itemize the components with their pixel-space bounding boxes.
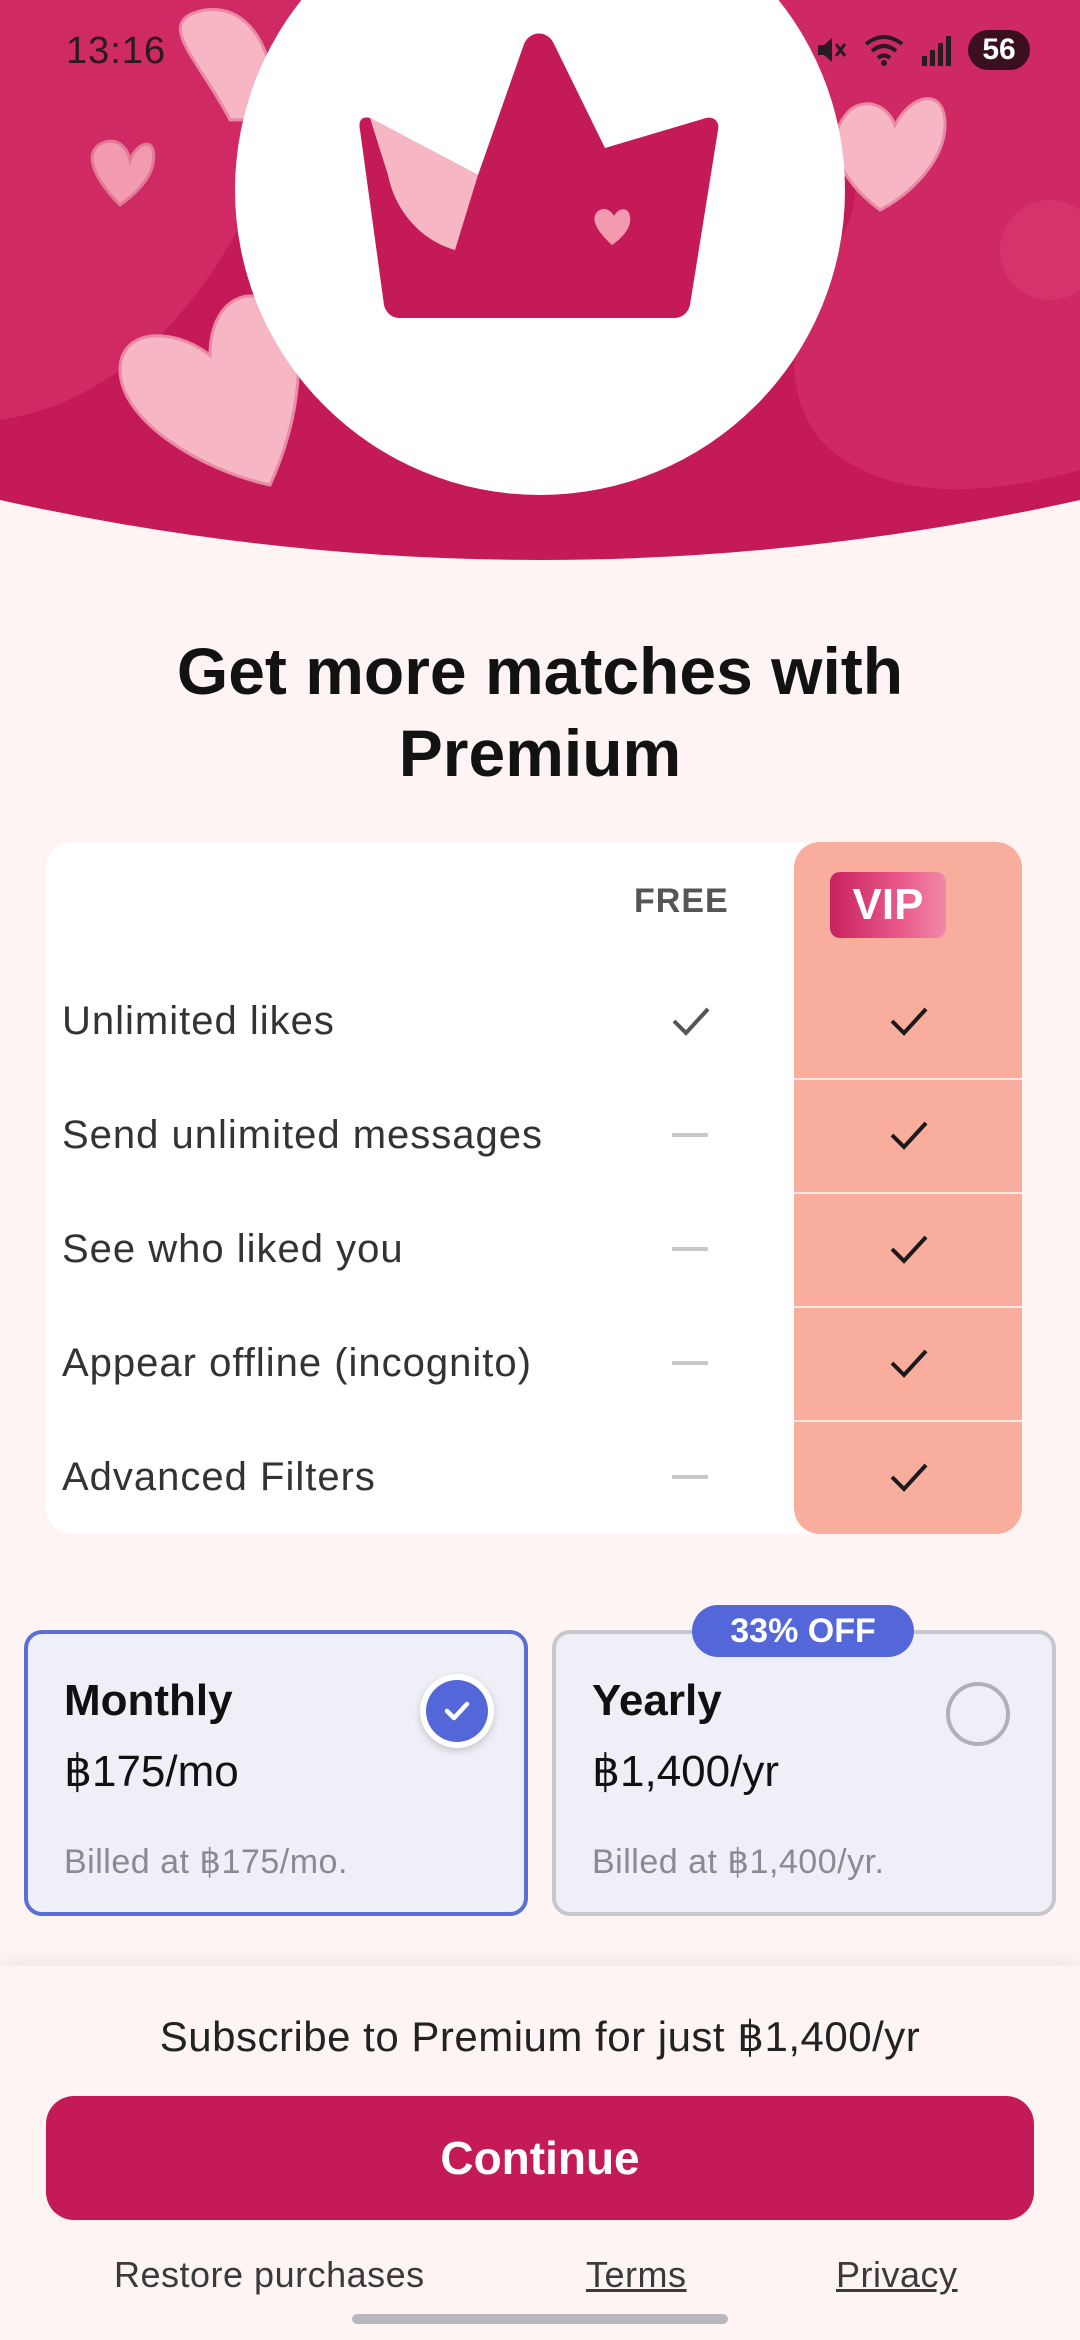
mute-icon [818, 38, 847, 62]
feature-label: Advanced Filters [62, 1455, 376, 1499]
vip-check-icon [794, 964, 1022, 1078]
free-column-header: FREE [634, 882, 729, 920]
feature-row: See who liked you [46, 1192, 1022, 1306]
feature-label: Send unlimited messages [62, 1113, 544, 1157]
plan-name: Monthly [64, 1676, 233, 1725]
privacy-link[interactable]: Privacy [836, 2254, 958, 2296]
vip-check-icon [794, 1306, 1022, 1420]
plan-billing-note: Billed at ฿1,400/yr. [592, 1843, 885, 1881]
discount-badge: 33% OFF [692, 1605, 914, 1657]
feature-label: See who liked you [62, 1227, 404, 1271]
plan-card-yearly[interactable]: Yearly ฿1,400/yr Billed at ฿1,400/yr. [552, 1630, 1056, 1916]
plan-name: Yearly [592, 1676, 722, 1725]
feature-row: Appear offline (incognito) [46, 1306, 1022, 1420]
plan-price: ฿1,400/yr [592, 1747, 779, 1796]
plan-radio-unselected[interactable] [946, 1682, 1010, 1746]
feature-row: Send unlimited messages [46, 1078, 1022, 1192]
free-dash-icon [660, 1306, 720, 1420]
status-time: 13:16 [66, 30, 167, 72]
vip-check-icon [794, 1192, 1022, 1306]
free-dash-icon [660, 1420, 720, 1534]
feature-label: Appear offline (incognito) [62, 1341, 532, 1385]
check-icon [426, 1680, 488, 1742]
plan-price: ฿175/mo [64, 1747, 239, 1796]
free-dash-icon [660, 1078, 720, 1192]
vip-badge: VIP [830, 872, 946, 938]
page-title: Get more matches with Premium [176, 634, 904, 790]
free-check-icon [660, 964, 720, 1078]
status-icons: 56 [812, 30, 1030, 70]
subscribe-summary: Subscribe to Premium for just ฿1,400/yr [159, 2013, 921, 2060]
plan-billing-note: Billed at ฿175/mo. [64, 1843, 348, 1881]
plan-card-monthly[interactable]: Monthly ฿175/mo Billed at ฿175/mo. [24, 1630, 528, 1916]
wifi-icon [864, 35, 904, 66]
terms-link[interactable]: Terms [586, 2254, 687, 2296]
status-bar: 13:16 56 [0, 0, 1080, 100]
feature-row: Unlimited likes [46, 964, 1022, 1078]
restore-purchases-link[interactable]: Restore purchases [114, 2254, 425, 2296]
home-indicator[interactable] [352, 2314, 728, 2324]
vip-check-icon [794, 1420, 1022, 1534]
feature-comparison-table: VIP FREE Unlimited likes Send unlimited … [46, 842, 1022, 1534]
plan-radio-selected[interactable] [420, 1674, 494, 1748]
signal-icon [922, 36, 951, 66]
vip-check-icon [794, 1078, 1022, 1192]
checkout-footer: Subscribe to Premium for just ฿1,400/yr … [0, 1966, 1080, 2340]
feature-row: Advanced Filters [46, 1420, 1022, 1534]
battery-icon: 56 [968, 30, 1030, 70]
free-dash-icon [660, 1192, 720, 1306]
continue-button[interactable]: Continue [46, 2096, 1034, 2220]
battery-level: 56 [982, 33, 1016, 66]
feature-label: Unlimited likes [62, 999, 335, 1043]
